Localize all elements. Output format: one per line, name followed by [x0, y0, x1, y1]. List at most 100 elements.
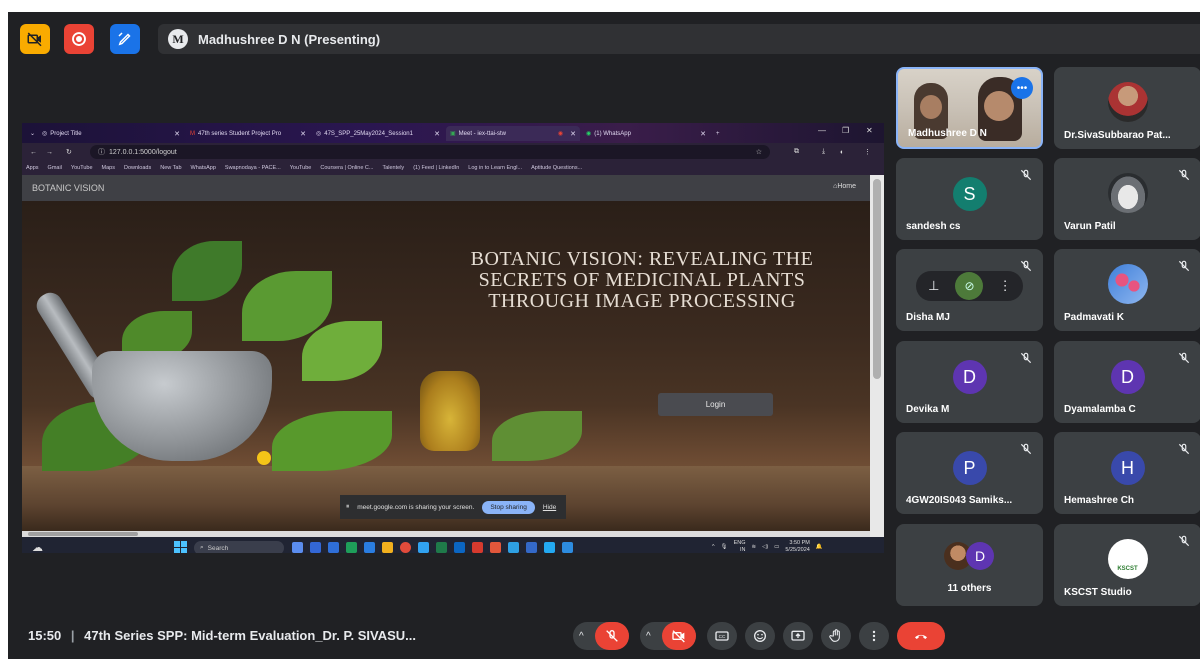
wifi-icon[interactable]: ≋	[752, 544, 757, 550]
taskbar-app-icon[interactable]	[562, 542, 573, 553]
address-bar[interactable]: ⓘ 127.0.0.1:5000/logout ☆	[90, 145, 770, 159]
restore-icon[interactable]: ❐	[842, 126, 849, 135]
tab-4[interactable]: ▣ Meet - iex-ttai-stw ◉ ✕	[446, 126, 580, 141]
recording-indicator[interactable]	[64, 24, 94, 54]
bookmark-maps[interactable]: Maps	[102, 165, 115, 171]
battery-icon[interactable]: ▭	[774, 544, 779, 550]
bookmark-coursera[interactable]: Coursera | Online C...	[320, 165, 373, 171]
extensions-icon[interactable]: ⧉	[794, 148, 799, 156]
taskbar-clock[interactable]: 3:50 PM 5/25/2024	[785, 540, 809, 553]
participant-tile-hemashree[interactable]: H Hemashree Ch	[1054, 432, 1200, 514]
leave-call-button[interactable]	[897, 622, 945, 650]
new-tab-button[interactable]: +	[712, 126, 726, 141]
chevron-up-icon[interactable]: ^	[579, 631, 584, 642]
taskbar-app-icon[interactable]	[310, 542, 321, 553]
star-icon[interactable]: ☆	[756, 148, 762, 156]
login-button[interactable]: Login	[658, 393, 773, 416]
menu-dots-icon[interactable]: ⋮	[864, 148, 871, 156]
participant-tile-devika[interactable]: D Devika M	[896, 341, 1043, 423]
participant-tile-madhushree[interactable]: ••• Madhushree D N	[896, 67, 1043, 149]
bookmark-swapnodaya[interactable]: Swapnodaya - PACE...	[225, 165, 281, 171]
home-link[interactable]: ⌂Home	[833, 183, 856, 190]
close-window-icon[interactable]: ✕	[866, 126, 873, 135]
scrollbar-thumb[interactable]	[873, 179, 881, 379]
taskbar-app-icon[interactable]	[418, 542, 429, 553]
participant-tile-others[interactable]: D 11 others	[896, 524, 1043, 606]
pin-icon[interactable]: ⊥	[920, 272, 948, 300]
tab-5[interactable]: ◉ (1) WhatsApp ✕	[582, 126, 710, 141]
mute-participant-icon[interactable]: ⊘	[955, 272, 984, 300]
vertical-scrollbar[interactable]	[870, 175, 884, 537]
participant-tile-varun[interactable]: Varun Patil	[1054, 158, 1200, 240]
minimize-icon[interactable]: —	[818, 126, 826, 135]
participant-tile-samiks[interactable]: P 4GW20IS043 Samiks...	[896, 432, 1043, 514]
word-icon[interactable]	[526, 542, 537, 553]
mic-toggle-button[interactable]	[595, 622, 629, 650]
reactions-button[interactable]	[745, 622, 775, 650]
participant-tile-sandesh[interactable]: S sandesh cs	[896, 158, 1043, 240]
taskbar-app-icon[interactable]	[382, 542, 393, 553]
camera-off-indicator[interactable]	[20, 24, 50, 54]
stop-sharing-button[interactable]: Stop sharing	[482, 500, 535, 514]
tab-3[interactable]: ◎ 47S_SPP_25May2024_Session1 ✕	[312, 126, 444, 141]
camera-toggle-button[interactable]	[662, 622, 696, 650]
tab-2[interactable]: M 47th series Student Project Pro ✕	[186, 126, 310, 141]
taskbar-app-icon[interactable]	[508, 542, 519, 553]
more-options-button[interactable]	[859, 622, 889, 650]
bookmark-apps[interactable]: Apps	[26, 165, 39, 171]
participant-tile-kscst[interactable]: KSCST KSCST Studio	[1054, 524, 1200, 606]
tab-search-icon[interactable]: ⌄	[26, 126, 36, 141]
forward-icon[interactable]: →	[46, 149, 53, 156]
taskbar-app-icon[interactable]	[472, 542, 483, 553]
chevron-up-icon[interactable]: ^	[646, 631, 651, 642]
taskbar-app-icon[interactable]	[436, 542, 447, 553]
bookmark-talentely[interactable]: Talentely	[382, 165, 404, 171]
chevron-up-icon[interactable]: ^	[712, 544, 715, 550]
taskbar-app-icon[interactable]	[454, 542, 465, 553]
activities-button[interactable]	[110, 24, 140, 54]
back-icon[interactable]: ←	[30, 149, 37, 156]
language-indicator[interactable]: ENG IN	[734, 540, 746, 553]
taskbar-app-icon[interactable]	[364, 542, 375, 553]
bookmark-gmail[interactable]: Gmail	[48, 165, 62, 171]
bookmark-youtube[interactable]: YouTube	[71, 165, 93, 171]
more-options-icon[interactable]: •••	[1011, 77, 1033, 99]
notification-bell-icon[interactable]: 🔔	[816, 544, 823, 550]
taskbar-search[interactable]: ⌕ Search	[194, 541, 284, 553]
bookmark-linkedin[interactable]: (1) Feed | LinkedIn	[413, 165, 459, 171]
tab-1[interactable]: ◎ Project Title ✕	[38, 126, 184, 141]
participant-tile-sivasubbarao[interactable]: Dr.SivaSubbarao Pat...	[1054, 67, 1200, 149]
participant-tile-dyamalamba[interactable]: D Dyamalamba C	[1054, 341, 1200, 423]
taskbar-app-icon[interactable]	[328, 542, 339, 553]
captions-button[interactable]: CC	[707, 622, 737, 650]
taskbar-app-icon[interactable]	[292, 542, 303, 553]
bookmark-learn-english[interactable]: Log in to Learn Engl...	[468, 165, 522, 171]
raise-hand-button[interactable]	[821, 622, 851, 650]
bookmark-aptitude[interactable]: Aptitude Questions...	[531, 165, 582, 171]
more-options-icon[interactable]: ⋮	[991, 272, 1019, 300]
taskbar-app-icon[interactable]	[346, 542, 357, 553]
participant-tile-disha[interactable]: ⊥ ⊘ ⋮ Disha MJ	[896, 249, 1043, 331]
bookmark-youtube-2[interactable]: YouTube	[290, 165, 312, 171]
hide-notice-link[interactable]: Hide	[543, 504, 556, 511]
windows-start-icon[interactable]	[174, 541, 187, 553]
participant-tile-padmavati[interactable]: Padmavati K	[1054, 249, 1200, 331]
download-icon[interactable]: ⤓	[822, 148, 825, 156]
chrome-icon[interactable]	[400, 542, 411, 553]
present-button[interactable]	[783, 622, 813, 650]
presenter-chip[interactable]: M Madhushree D N (Presenting)	[158, 24, 1200, 54]
close-icon[interactable]: ✕	[570, 130, 576, 138]
volume-icon[interactable]: ◁)	[762, 544, 768, 550]
close-icon[interactable]: ✕	[434, 130, 440, 138]
taskbar-app-icon[interactable]	[490, 542, 501, 553]
mic-icon[interactable]: 🎙	[721, 544, 728, 550]
scrollbar-thumb[interactable]	[28, 532, 138, 536]
reload-icon[interactable]: ↻	[66, 148, 72, 156]
bookmark-whatsapp[interactable]: WhatsApp	[191, 165, 216, 171]
weather-icon[interactable]: ☁	[32, 541, 43, 553]
vscode-icon[interactable]	[544, 542, 555, 553]
bookmark-downloads[interactable]: Downloads	[124, 165, 151, 171]
close-icon[interactable]: ✕	[700, 130, 706, 138]
site-brand[interactable]: BOTANIC VISION	[32, 183, 104, 193]
close-icon[interactable]: ✕	[300, 130, 306, 138]
